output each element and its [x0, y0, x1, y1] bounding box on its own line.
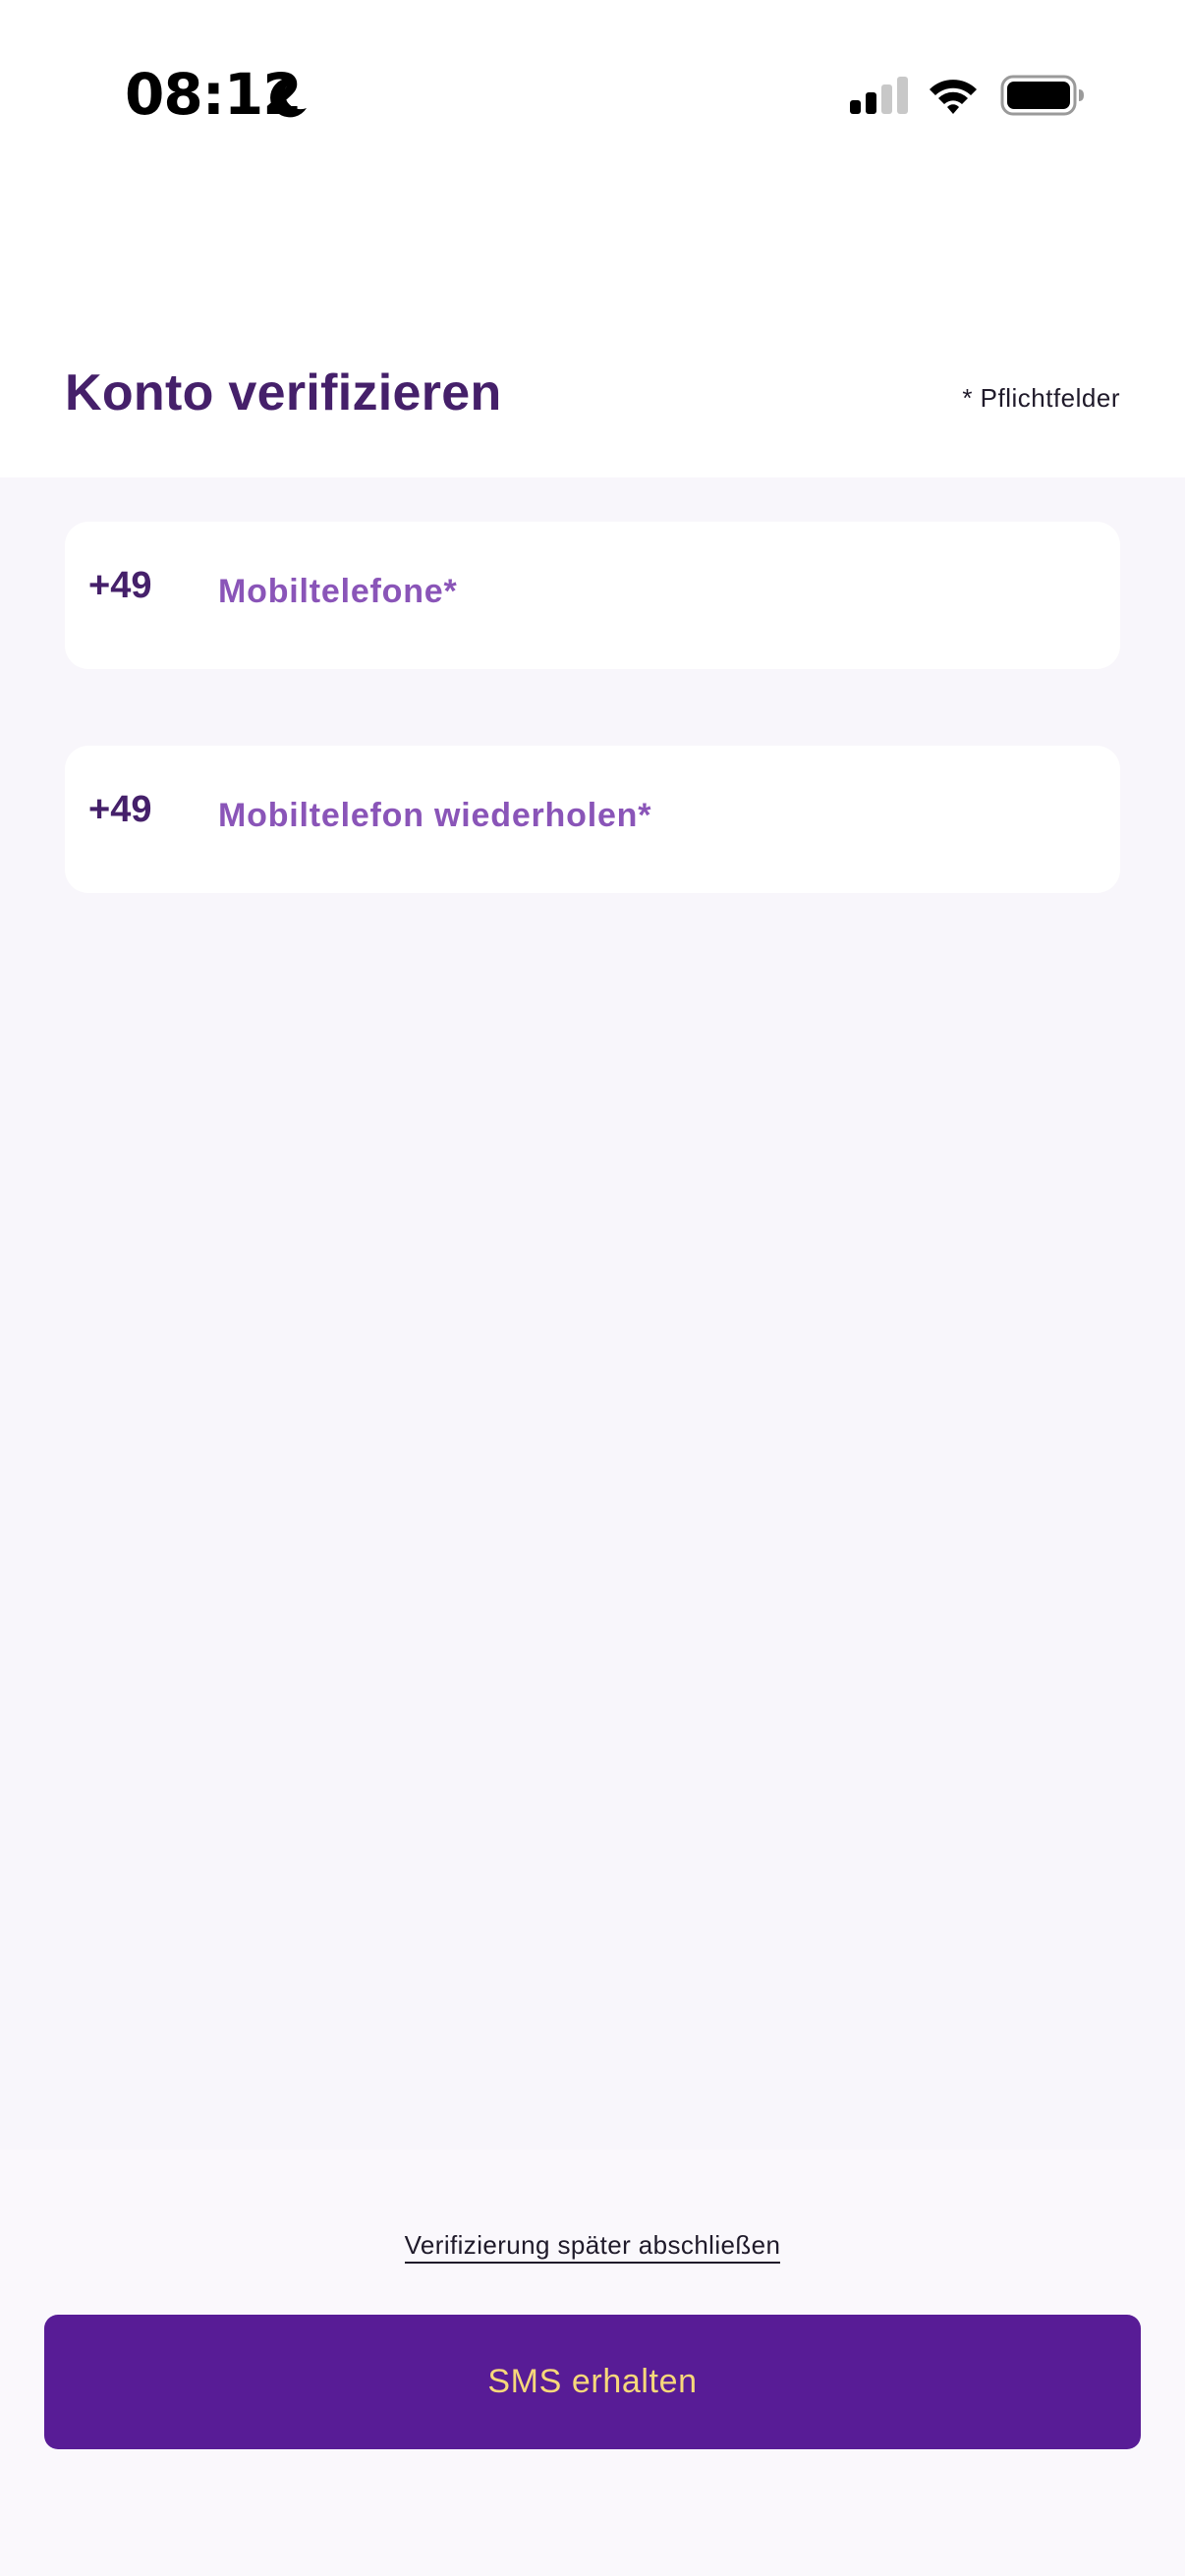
mobile-phone-field[interactable]: +49 Mobiltelefone* — [65, 522, 1120, 669]
status-bar: 08:12 — [0, 0, 1185, 196]
required-fields-note: * Pflichtfelder — [962, 383, 1120, 413]
sms-receive-button[interactable]: SMS erhalten — [44, 2315, 1141, 2449]
mobile-phone-label: Mobiltelefone* — [218, 573, 458, 610]
wifi-icon — [930, 80, 977, 114]
country-code-prefix-repeat[interactable]: +49 — [88, 789, 151, 831]
page-title: Konto verifizieren — [65, 364, 502, 421]
moon-icon — [270, 78, 307, 118]
battery-icon — [1000, 75, 1084, 116]
header: Konto verifizieren * Pflichtfelder — [0, 196, 1185, 477]
verify-later-link-container: Verifizierung später abschließen — [0, 2230, 1185, 2264]
mobile-phone-repeat-label: Mobiltelefon wiederholen* — [218, 797, 652, 834]
verify-later-link[interactable]: Verifizierung später abschließen — [404, 2230, 781, 2264]
signal-icon — [850, 77, 908, 114]
bottom-action-area: Verifizierung später abschließen SMS erh… — [0, 2150, 1185, 2576]
mobile-phone-repeat-field[interactable]: +49 Mobiltelefon wiederholen* — [65, 746, 1120, 893]
sms-button-label: SMS erhalten — [487, 2363, 698, 2400]
country-code-prefix[interactable]: +49 — [88, 565, 151, 607]
